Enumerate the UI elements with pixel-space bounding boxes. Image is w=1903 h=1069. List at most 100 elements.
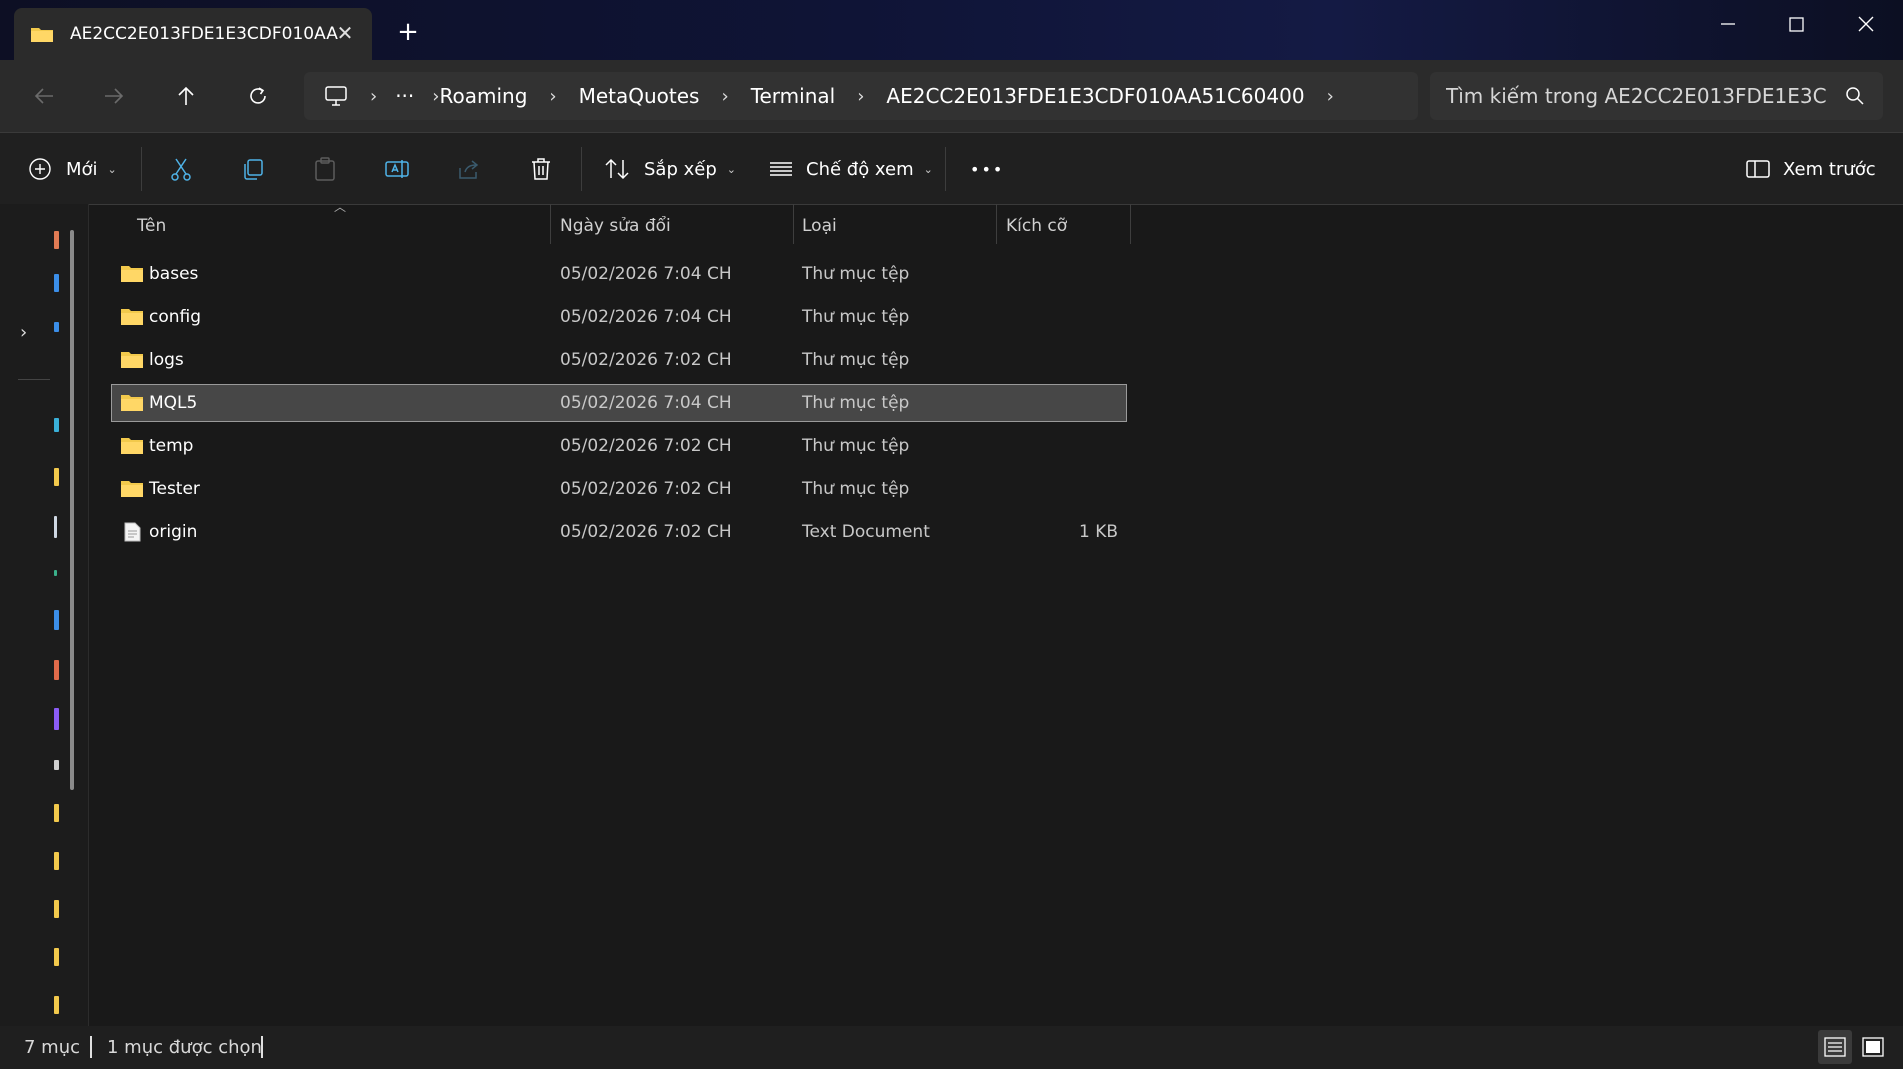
- preview-pane-button[interactable]: Xem trước: [1745, 153, 1876, 185]
- new-button[interactable]: Mới ⌄: [28, 153, 117, 185]
- search-box[interactable]: Tìm kiếm trong AE2CC2E013FDE1E3CDF(: [1430, 72, 1883, 120]
- nav-item-icon[interactable]: [54, 708, 59, 730]
- tiles-view-button[interactable]: [1856, 1030, 1890, 1064]
- column-name[interactable]: Tên: [137, 204, 166, 248]
- table-row[interactable]: config 05/02/2026 7:04 CH Thư mục tệp: [112, 299, 1126, 335]
- up-button[interactable]: [170, 80, 202, 112]
- sort-ascending-icon: ︿: [334, 200, 347, 214]
- file-date-modified: 05/02/2026 7:02 CH: [560, 350, 732, 370]
- nav-item-icon[interactable]: [54, 660, 59, 680]
- delete-button[interactable]: [528, 153, 554, 185]
- command-bar: Mới ⌄ Sắp xếp ⌄ Chế độ xem ⌄ ••• Xem trư…: [0, 132, 1903, 205]
- navigation-pane[interactable]: ›: [0, 204, 89, 1026]
- search-input[interactable]: Tìm kiếm trong AE2CC2E013FDE1E3CDF(: [1446, 84, 1826, 108]
- file-type: Text Document: [802, 522, 930, 542]
- view-button[interactable]: Chế độ xem ⌄: [768, 153, 933, 185]
- nav-item-icon[interactable]: [54, 900, 59, 918]
- column-divider[interactable]: [793, 204, 794, 244]
- breadcrumb-separator: ›: [370, 85, 378, 107]
- back-button[interactable]: [28, 80, 60, 112]
- table-row[interactable]: logs 05/02/2026 7:02 CH Thư mục tệp: [112, 342, 1126, 378]
- nav-item-icon[interactable]: [54, 274, 59, 292]
- nav-item-icon[interactable]: [54, 418, 59, 432]
- breadcrumb-current-folder[interactable]: AE2CC2E013FDE1E3CDF010AA51C60400: [886, 84, 1304, 108]
- nav-item-icon[interactable]: [54, 804, 59, 822]
- nav-scrollbar[interactable]: [70, 230, 74, 790]
- column-divider[interactable]: [996, 204, 997, 244]
- table-row[interactable]: temp 05/02/2026 7:02 CH Thư mục tệp: [112, 428, 1126, 464]
- chevron-down-icon: ⌄: [107, 162, 117, 176]
- refresh-icon: [250, 87, 266, 104]
- nav-item-icon[interactable]: [54, 948, 59, 966]
- breadcrumb-ellipsis[interactable]: ···: [395, 84, 414, 108]
- refresh-button[interactable]: [242, 80, 274, 112]
- new-label: Mới: [66, 158, 98, 180]
- divider: [18, 379, 50, 380]
- tab-close-icon[interactable]: ✕: [334, 22, 356, 44]
- details-view-button[interactable]: [1818, 1030, 1852, 1064]
- search-icon: [1846, 87, 1864, 105]
- file-date-modified: 05/02/2026 7:02 CH: [560, 479, 732, 499]
- paste-button[interactable]: [312, 153, 338, 185]
- more-options-button[interactable]: •••: [970, 153, 1004, 185]
- column-size[interactable]: Kích cỡ: [1006, 204, 1067, 248]
- nav-item-icon[interactable]: [54, 231, 59, 249]
- selected-count: 1 mục được chọn: [107, 1037, 262, 1058]
- file-name: origin: [149, 522, 198, 542]
- nav-item-icon[interactable]: [54, 570, 57, 576]
- breadcrumb-separator: ›: [549, 85, 557, 107]
- sort-icon: [605, 158, 629, 180]
- column-divider[interactable]: [1130, 204, 1131, 244]
- status-divider: [90, 1036, 92, 1058]
- file-type: Thư mục tệp: [802, 479, 910, 499]
- expand-chevron-icon[interactable]: ›: [20, 322, 27, 343]
- minimize-button[interactable]: [1698, 8, 1758, 40]
- copy-button[interactable]: [240, 153, 266, 185]
- cut-icon: [171, 158, 191, 181]
- maximize-button[interactable]: [1766, 8, 1826, 40]
- file-size: 1 KB: [1078, 522, 1118, 542]
- file-type: Thư mục tệp: [802, 393, 910, 413]
- column-date[interactable]: Ngày sửa đổi: [560, 204, 671, 248]
- chevron-down-icon: ⌄: [923, 162, 933, 176]
- share-button[interactable]: [456, 153, 482, 185]
- column-divider[interactable]: [550, 204, 551, 244]
- rename-button[interactable]: [384, 153, 410, 185]
- breadcrumb-metaquotes[interactable]: MetaQuotes: [579, 84, 700, 108]
- nav-item-icon[interactable]: [54, 322, 59, 332]
- file-date-modified: 05/02/2026 7:04 CH: [560, 264, 732, 284]
- nav-item-icon[interactable]: [54, 468, 59, 486]
- arrow-up-icon: [178, 86, 194, 105]
- address-bar[interactable]: › ··· › Roaming › MetaQuotes › Terminal …: [304, 72, 1418, 120]
- column-type[interactable]: Loại: [802, 204, 837, 248]
- file-name: config: [149, 307, 202, 327]
- breadcrumb-terminal[interactable]: Terminal: [751, 84, 836, 108]
- nav-item-icon[interactable]: [54, 760, 59, 770]
- breadcrumb-roaming[interactable]: Roaming: [439, 84, 527, 108]
- file-type: Thư mục tệp: [802, 307, 910, 327]
- table-row[interactable]: Tester 05/02/2026 7:02 CH Thư mục tệp: [112, 471, 1126, 507]
- forward-button[interactable]: [98, 80, 130, 112]
- close-window-button[interactable]: [1836, 8, 1896, 40]
- separator: [141, 147, 142, 191]
- file-date-modified: 05/02/2026 7:04 CH: [560, 307, 732, 327]
- nav-item-icon[interactable]: [54, 996, 59, 1014]
- rename-icon: [385, 160, 409, 178]
- nav-item-icon[interactable]: [54, 610, 59, 630]
- folder-icon: [31, 28, 53, 42]
- table-row[interactable]: origin 05/02/2026 7:02 CH Text Document 1 K…: [112, 514, 1126, 550]
- folder-icon: [121, 309, 143, 325]
- cut-button[interactable]: [168, 153, 194, 185]
- minimize-icon: [1721, 23, 1735, 25]
- computer-icon: [325, 86, 347, 106]
- nav-item-icon[interactable]: [54, 852, 59, 870]
- tab-active[interactable]: AE2CC2E013FDE1E3CDF010AA ✕: [14, 8, 372, 60]
- table-row[interactable]: MQL5 05/02/2026 7:04 CH Thư mục tệp: [111, 384, 1127, 422]
- nav-item-icon[interactable]: [54, 516, 57, 538]
- tab-title: AE2CC2E013FDE1E3CDF010AA: [70, 24, 338, 44]
- breadcrumb-chevron-icon[interactable]: ›: [1327, 86, 1334, 107]
- sort-button[interactable]: Sắp xếp ⌄: [604, 153, 736, 185]
- table-row[interactable]: bases 05/02/2026 7:04 CH Thư mục tệp: [112, 256, 1126, 292]
- file-name: MQL5: [149, 393, 198, 413]
- new-tab-button[interactable]: +: [396, 19, 420, 45]
